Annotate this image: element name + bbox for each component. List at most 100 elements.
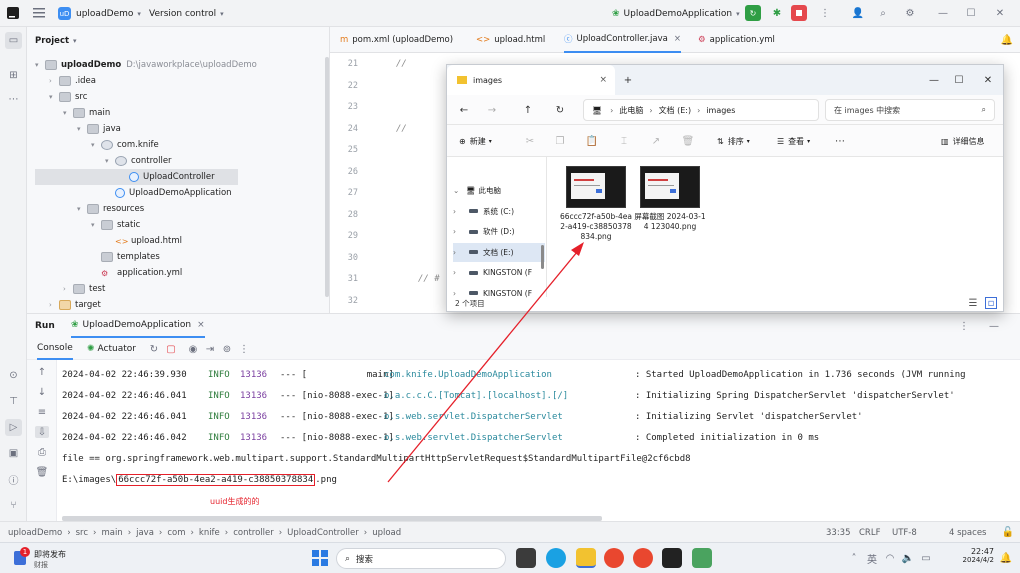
more-options-icon[interactable]: ⋮: [957, 319, 971, 333]
taskbar-search[interactable]: ⌕ 搜索: [336, 548, 506, 569]
sidebar-drive-item[interactable]: › 系统 (C:): [453, 202, 514, 221]
close-window-icon[interactable]: ✕: [981, 73, 995, 87]
chevron-right-icon[interactable]: ›: [453, 227, 463, 236]
project-switcher[interactable]: uD uploadDemo ▾: [58, 0, 141, 27]
copy-icon[interactable]: ❐: [553, 134, 567, 148]
tree-item[interactable]: › test: [63, 281, 105, 297]
paste-icon[interactable]: 📋: [585, 134, 599, 148]
soft-wrap-icon[interactable]: ≡: [35, 406, 49, 418]
lock-icon[interactable]: 🔓: [1002, 526, 1014, 538]
weather-widget[interactable]: 1 即将发布 财报: [12, 547, 82, 571]
intellij-icon[interactable]: [662, 548, 682, 568]
chevron-right-icon[interactable]: ›: [49, 301, 59, 309]
forward-icon[interactable]: →: [485, 103, 499, 117]
sidebar-drive-item[interactable]: › 软件 (D:): [453, 222, 515, 241]
view-button[interactable]: ☰ 查看 ▾: [777, 125, 810, 157]
cut-icon[interactable]: ✂: [523, 134, 537, 148]
run-tool-icon[interactable]: ▷: [5, 419, 22, 436]
chevron-right-icon[interactable]: ›: [453, 207, 463, 216]
terminal-tool-icon[interactable]: ▣: [5, 445, 22, 462]
tree-item[interactable]: › target: [49, 297, 101, 313]
tree-item[interactable]: ▾ java: [77, 121, 121, 137]
more-actions-icon[interactable]: ⋮: [818, 6, 832, 20]
windows-start-icon[interactable]: [312, 550, 328, 566]
console-tab[interactable]: Console: [37, 338, 73, 360]
cursor-position[interactable]: 33:35: [826, 522, 851, 543]
hide-panel-icon[interactable]: —: [987, 319, 1001, 333]
indent-setting[interactable]: 4 spaces: [949, 522, 986, 543]
chevron-down-icon[interactable]: ▾: [77, 125, 87, 133]
tab-upload-controller[interactable]: ⓒ UploadController.java ×: [564, 27, 681, 53]
file-thumbnail-1[interactable]: [566, 166, 626, 208]
breadcrumb-item[interactable]: uploadDemo: [8, 528, 62, 538]
tab-upload-html[interactable]: <> upload.html: [476, 27, 545, 53]
more-actions-icon[interactable]: ⋮: [237, 342, 251, 356]
chevron-down-icon[interactable]: ▾: [91, 141, 101, 149]
tree-scrollbar[interactable]: [325, 57, 329, 297]
close-icon[interactable]: ×: [599, 75, 607, 85]
chevron-right-icon[interactable]: ›: [49, 77, 59, 85]
structure-tool-icon[interactable]: ⊞: [5, 67, 22, 84]
file-thumbnail-2[interactable]: [640, 166, 700, 208]
chevron-down-icon[interactable]: ▾: [105, 157, 115, 165]
tree-item[interactable]: ▾ static: [91, 217, 140, 233]
breadcrumb-item[interactable]: java: [136, 528, 154, 538]
large-icons-view-icon[interactable]: ▫: [985, 297, 997, 309]
tree-item[interactable]: ▾ src: [49, 89, 87, 105]
run-config-tab[interactable]: ❀ UploadDemoApplication ×: [71, 314, 205, 338]
search-icon[interactable]: ⌕: [876, 6, 890, 20]
close-icon[interactable]: ✕: [993, 6, 1007, 20]
breadcrumb-item[interactable]: knife: [199, 528, 220, 538]
project-panel-title[interactable]: Project ▾: [35, 33, 77, 49]
back-icon[interactable]: ←: [457, 103, 471, 117]
crumb-this-pc[interactable]: 此电脑: [619, 105, 643, 116]
sort-button[interactable]: ⇅ 排序 ▾: [717, 125, 750, 157]
chevron-right-icon[interactable]: ›: [63, 285, 73, 293]
breadcrumb-item[interactable]: src: [76, 528, 88, 538]
minimize-icon[interactable]: —: [936, 6, 950, 20]
share-icon[interactable]: ↗: [649, 134, 663, 148]
notifications-icon[interactable]: 🔔: [1000, 33, 1014, 47]
tree-item[interactable]: ⚙ application.yml: [91, 265, 182, 281]
camera-icon[interactable]: ◉: [186, 342, 200, 356]
input-method-icon[interactable]: 英: [866, 552, 878, 566]
run-config-selector[interactable]: ❀ UploadDemoApplication ▾: [612, 0, 740, 27]
git-tool-icon[interactable]: ⑂: [5, 497, 22, 514]
stop-button[interactable]: [791, 5, 807, 21]
file-name-1[interactable]: 66ccc72f-a50b-4ea2-a419-c38850378834.png: [560, 212, 632, 242]
rerun-icon[interactable]: ↻: [147, 342, 161, 356]
file-name-2[interactable]: 屏幕截图 2024-03-14 123040.png: [634, 212, 706, 232]
refresh-icon[interactable]: ↻: [553, 103, 567, 117]
breadcrumb-item[interactable]: upload: [372, 528, 401, 538]
up-icon[interactable]: ↑: [521, 103, 535, 117]
exit-icon[interactable]: ⇥: [203, 342, 217, 356]
tree-item[interactable]: ▾ uploadDemo D:\javaworkplace\uploadDemo: [35, 57, 257, 73]
address-bar[interactable]: 🖥 › 此电脑 › 文档 (E:) › images: [583, 99, 819, 121]
sidebar-drive-item[interactable]: ⌄ 🖥 此电脑: [453, 181, 501, 200]
file-explorer-icon[interactable]: [576, 548, 596, 568]
trash-icon[interactable]: 🗑: [35, 466, 49, 478]
tree-item[interactable]: ▾ controller: [105, 153, 172, 169]
tree-item[interactable]: UploadController: [35, 169, 238, 185]
details-view-icon[interactable]: ☰: [967, 297, 979, 309]
breadcrumb-item[interactable]: main: [101, 528, 122, 538]
notification-center-icon[interactable]: 🔔: [1000, 552, 1012, 564]
chevron-down-icon[interactable]: ▾: [35, 61, 45, 69]
main-menu-icon[interactable]: [32, 6, 46, 20]
edge-icon[interactable]: [546, 548, 566, 568]
chevron-right-icon[interactable]: ›: [453, 248, 463, 257]
details-button[interactable]: ▥ 详细信息: [941, 125, 985, 157]
rename-icon[interactable]: ⌶: [617, 134, 631, 148]
rerun-button[interactable]: ↻: [745, 5, 761, 21]
line-ending[interactable]: CRLF: [859, 522, 880, 543]
image-viewer-icon[interactable]: [692, 548, 712, 568]
chevron-up-icon[interactable]: ˄: [848, 552, 860, 564]
print-icon[interactable]: ⎙: [35, 446, 49, 458]
problems-tool-icon[interactable]: ⓘ: [5, 471, 22, 488]
delete-icon[interactable]: 🗑: [681, 134, 695, 148]
chevron-down-icon[interactable]: ▾: [63, 109, 73, 117]
more-tools-icon[interactable]: ⋯: [5, 91, 22, 108]
new-tab-icon[interactable]: +: [621, 73, 635, 87]
gear-icon[interactable]: ⚙: [903, 6, 917, 20]
scroll-to-end-icon[interactable]: ⇩: [35, 426, 49, 438]
